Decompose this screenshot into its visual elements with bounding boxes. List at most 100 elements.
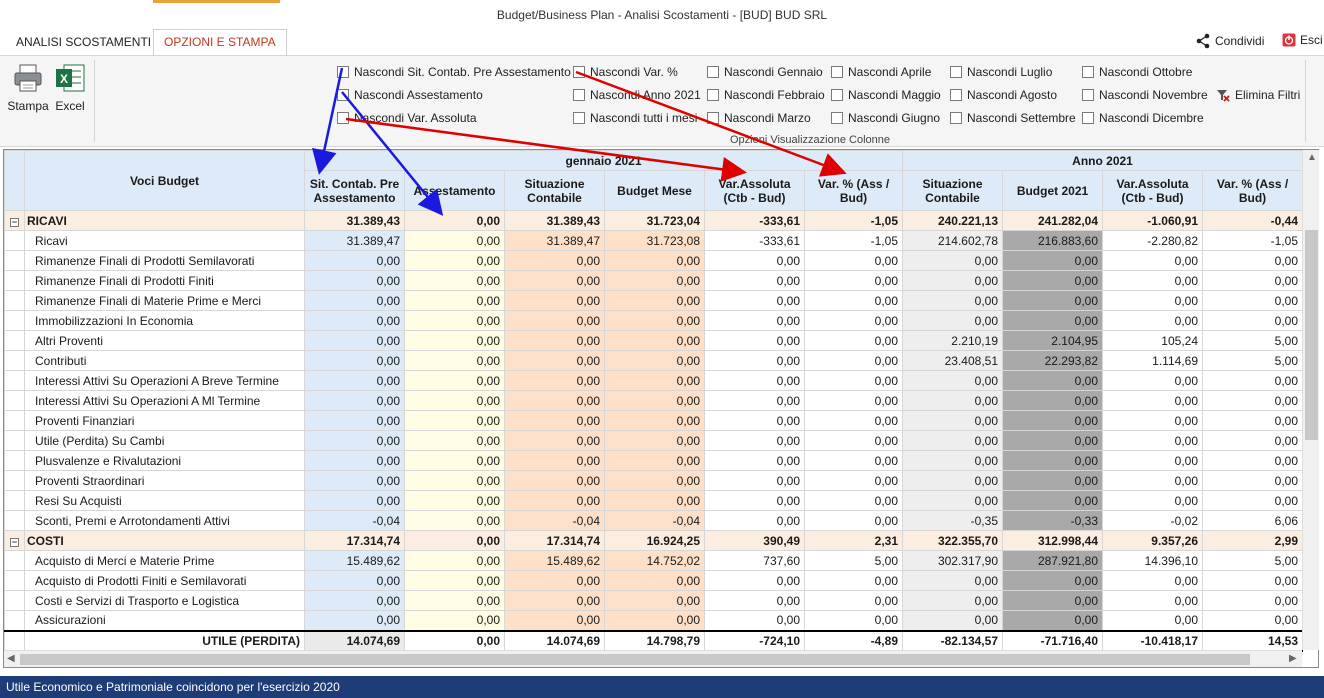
checkbox-box[interactable]: [707, 66, 719, 78]
cell-var-assoluta-mese[interactable]: -333,61: [704, 230, 805, 251]
cell-situazione-contabile-anno[interactable]: 0,00: [902, 610, 1003, 631]
checkbox-nascondi-novembre[interactable]: Nascondi Novembre: [1082, 88, 1208, 102]
cell-var-assoluta-anno[interactable]: 0,00: [1102, 490, 1203, 511]
cell-situazione-contabile-mese[interactable]: 0,00: [504, 610, 605, 631]
clear-filters-button[interactable]: Elimina Filtri: [1216, 88, 1300, 102]
tab-analisi-scostamenti[interactable]: ANALISI SCOSTAMENTI: [6, 30, 161, 54]
checkbox-nascondi-var-assoluta[interactable]: Nascondi Var. Assoluta: [337, 111, 477, 125]
cell-budget-mese[interactable]: 0,00: [604, 310, 705, 331]
table-row[interactable]: Altri Proventi 0,00 0,00 0,00 0,00 0,00 0,00 2.…: [4, 330, 1303, 351]
table-row[interactable]: Interessi Attivi Su Operazioni A Breve T…: [4, 370, 1303, 391]
cell-situazione-contabile-mese[interactable]: 17.314,74: [504, 530, 605, 551]
cell-budget-mese[interactable]: 0,00: [604, 410, 705, 431]
cell-var-percent-anno[interactable]: 5,00: [1202, 350, 1303, 371]
checkbox-box[interactable]: [337, 66, 349, 78]
checkbox-box[interactable]: [1082, 66, 1094, 78]
cell-var-assoluta-anno[interactable]: 0,00: [1102, 470, 1203, 491]
cell-var-assoluta-mese[interactable]: 0,00: [704, 330, 805, 351]
cell-sit-contab-pre-assestamento[interactable]: 0,00: [304, 590, 405, 611]
cell-var-assoluta-anno[interactable]: -10.418,17: [1102, 629, 1203, 652]
cell-var-percent-anno[interactable]: 5,00: [1202, 550, 1303, 571]
table-row[interactable]: Acquisto di Prodotti Finiti e Semilavora…: [4, 570, 1303, 591]
cell-var-percent-mese[interactable]: 2,31: [804, 530, 903, 551]
cell-var-assoluta-anno[interactable]: 1.114,69: [1102, 350, 1203, 371]
cell-assestamento[interactable]: 0,00: [404, 210, 505, 231]
table-row[interactable]: Immobilizzazioni In Economia 0,00 0,00 0,00…: [4, 310, 1303, 331]
cell-situazione-contabile-anno[interactable]: -0,35: [902, 510, 1003, 531]
cell-budget-mese[interactable]: 0,00: [604, 450, 705, 471]
cell-var-assoluta-mese[interactable]: 0,00: [704, 510, 805, 531]
cell-var-percent-mese[interactable]: 0,00: [804, 490, 903, 511]
cell-var-assoluta-mese[interactable]: 737,60: [704, 550, 805, 571]
checkbox-nascondi-febbraio[interactable]: Nascondi Febbraio: [707, 88, 825, 102]
cell-var-assoluta-mese[interactable]: 0,00: [704, 390, 805, 411]
checkbox-box[interactable]: [337, 112, 349, 124]
cell-assestamento[interactable]: 0,00: [404, 590, 505, 611]
cell-situazione-contabile-anno[interactable]: 0,00: [902, 570, 1003, 591]
cell-situazione-contabile-mese[interactable]: 0,00: [504, 430, 605, 451]
cell-var-percent-anno[interactable]: 5,00: [1202, 330, 1303, 351]
cell-var-assoluta-mese[interactable]: 0,00: [704, 490, 805, 511]
cell-sit-contab-pre-assestamento[interactable]: 0,00: [304, 270, 405, 291]
cell-var-assoluta-anno[interactable]: 0,00: [1102, 250, 1203, 271]
cell-var-percent-mese[interactable]: 0,00: [804, 250, 903, 271]
tab-opzioni-e-stampa[interactable]: OPZIONI E STAMPA: [153, 29, 287, 55]
cell-budget-mese[interactable]: 14.798,79: [604, 629, 705, 652]
cell-assestamento[interactable]: 0,00: [404, 450, 505, 471]
cell-budget-mese[interactable]: 0,00: [604, 570, 705, 591]
cell-var-assoluta-mese[interactable]: 0,00: [704, 570, 805, 591]
cell-sit-contab-pre-assestamento[interactable]: 31.389,47: [304, 230, 405, 251]
checkbox-nascondi-aprile[interactable]: Nascondi Aprile: [831, 65, 931, 79]
cell-budget-2021[interactable]: 0,00: [1002, 310, 1103, 331]
cell-assestamento[interactable]: 0,00: [404, 230, 505, 251]
cell-budget-2021[interactable]: 312.998,44: [1002, 530, 1103, 551]
scroll-left-arrow-icon[interactable]: ◀: [7, 653, 15, 664]
cell-budget-2021[interactable]: 287.921,80: [1002, 550, 1103, 571]
cell-assestamento[interactable]: 0,00: [404, 470, 505, 491]
cell-var-assoluta-anno[interactable]: 0,00: [1102, 430, 1203, 451]
cell-var-assoluta-mese[interactable]: 0,00: [704, 350, 805, 371]
cell-situazione-contabile-anno[interactable]: 23.408,51: [902, 350, 1003, 371]
cell-sit-contab-pre-assestamento[interactable]: 0,00: [304, 290, 405, 311]
cell-budget-mese[interactable]: 0,00: [604, 270, 705, 291]
cell-situazione-contabile-anno[interactable]: 2.210,19: [902, 330, 1003, 351]
cell-var-percent-mese[interactable]: 0,00: [804, 270, 903, 291]
cell-budget-2021[interactable]: 0,00: [1002, 250, 1103, 271]
cell-budget-mese[interactable]: 31.723,08: [604, 230, 705, 251]
cell-budget-mese[interactable]: 0,00: [604, 350, 705, 371]
cell-situazione-contabile-mese[interactable]: 0,00: [504, 310, 605, 331]
cell-var-percent-anno[interactable]: 0,00: [1202, 590, 1303, 611]
cell-budget-mese[interactable]: 14.752,02: [604, 550, 705, 571]
table-row[interactable]: Interessi Attivi Su Operazioni A Ml Term…: [4, 390, 1303, 411]
cell-sit-contab-pre-assestamento[interactable]: 14.074,69: [304, 629, 405, 652]
cell-var-percent-anno[interactable]: -1,05: [1202, 230, 1303, 251]
checkbox-nascondi-marzo[interactable]: Nascondi Marzo: [707, 111, 811, 125]
excel-button[interactable]: X Excel: [48, 62, 92, 113]
checkbox-box[interactable]: [950, 112, 962, 124]
cell-var-percent-anno[interactable]: 0,00: [1202, 570, 1303, 591]
table-row[interactable]: Ricavi 31.389,47 0,00 31.389,47 31.723,08 -33…: [4, 230, 1303, 251]
cell-assestamento[interactable]: 0,00: [404, 510, 505, 531]
cell-sit-contab-pre-assestamento[interactable]: 0,00: [304, 250, 405, 271]
cell-var-assoluta-mese[interactable]: -333,61: [704, 210, 805, 231]
cell-var-percent-mese[interactable]: 5,00: [804, 550, 903, 571]
cell-var-assoluta-mese[interactable]: 0,00: [704, 250, 805, 271]
cell-assestamento[interactable]: 0,00: [404, 629, 505, 652]
cell-situazione-contabile-mese[interactable]: 0,00: [504, 590, 605, 611]
cell-var-assoluta-mese[interactable]: 0,00: [704, 610, 805, 631]
checkbox-nascondi-tutti-i-mesi[interactable]: Nascondi tutti i mesi: [573, 111, 697, 125]
cell-sit-contab-pre-assestamento[interactable]: -0,04: [304, 510, 405, 531]
cell-var-assoluta-mese[interactable]: 0,00: [704, 590, 805, 611]
cell-situazione-contabile-mese[interactable]: 15.489,62: [504, 550, 605, 571]
cell-var-assoluta-mese[interactable]: 0,00: [704, 450, 805, 471]
cell-var-percent-anno[interactable]: 0,00: [1202, 370, 1303, 391]
checkbox-box[interactable]: [831, 112, 843, 124]
cell-var-percent-mese[interactable]: 0,00: [804, 430, 903, 451]
column-header-situazione-contabile-mese[interactable]: Situazione Contabile: [504, 170, 605, 211]
cell-var-assoluta-anno[interactable]: 0,00: [1102, 390, 1203, 411]
cell-situazione-contabile-mese[interactable]: 0,00: [504, 290, 605, 311]
cell-budget-2021[interactable]: 0,00: [1002, 270, 1103, 291]
cell-situazione-contabile-anno[interactable]: 0,00: [902, 450, 1003, 471]
cell-budget-2021[interactable]: 0,00: [1002, 370, 1103, 391]
cell-var-assoluta-mese[interactable]: 0,00: [704, 290, 805, 311]
